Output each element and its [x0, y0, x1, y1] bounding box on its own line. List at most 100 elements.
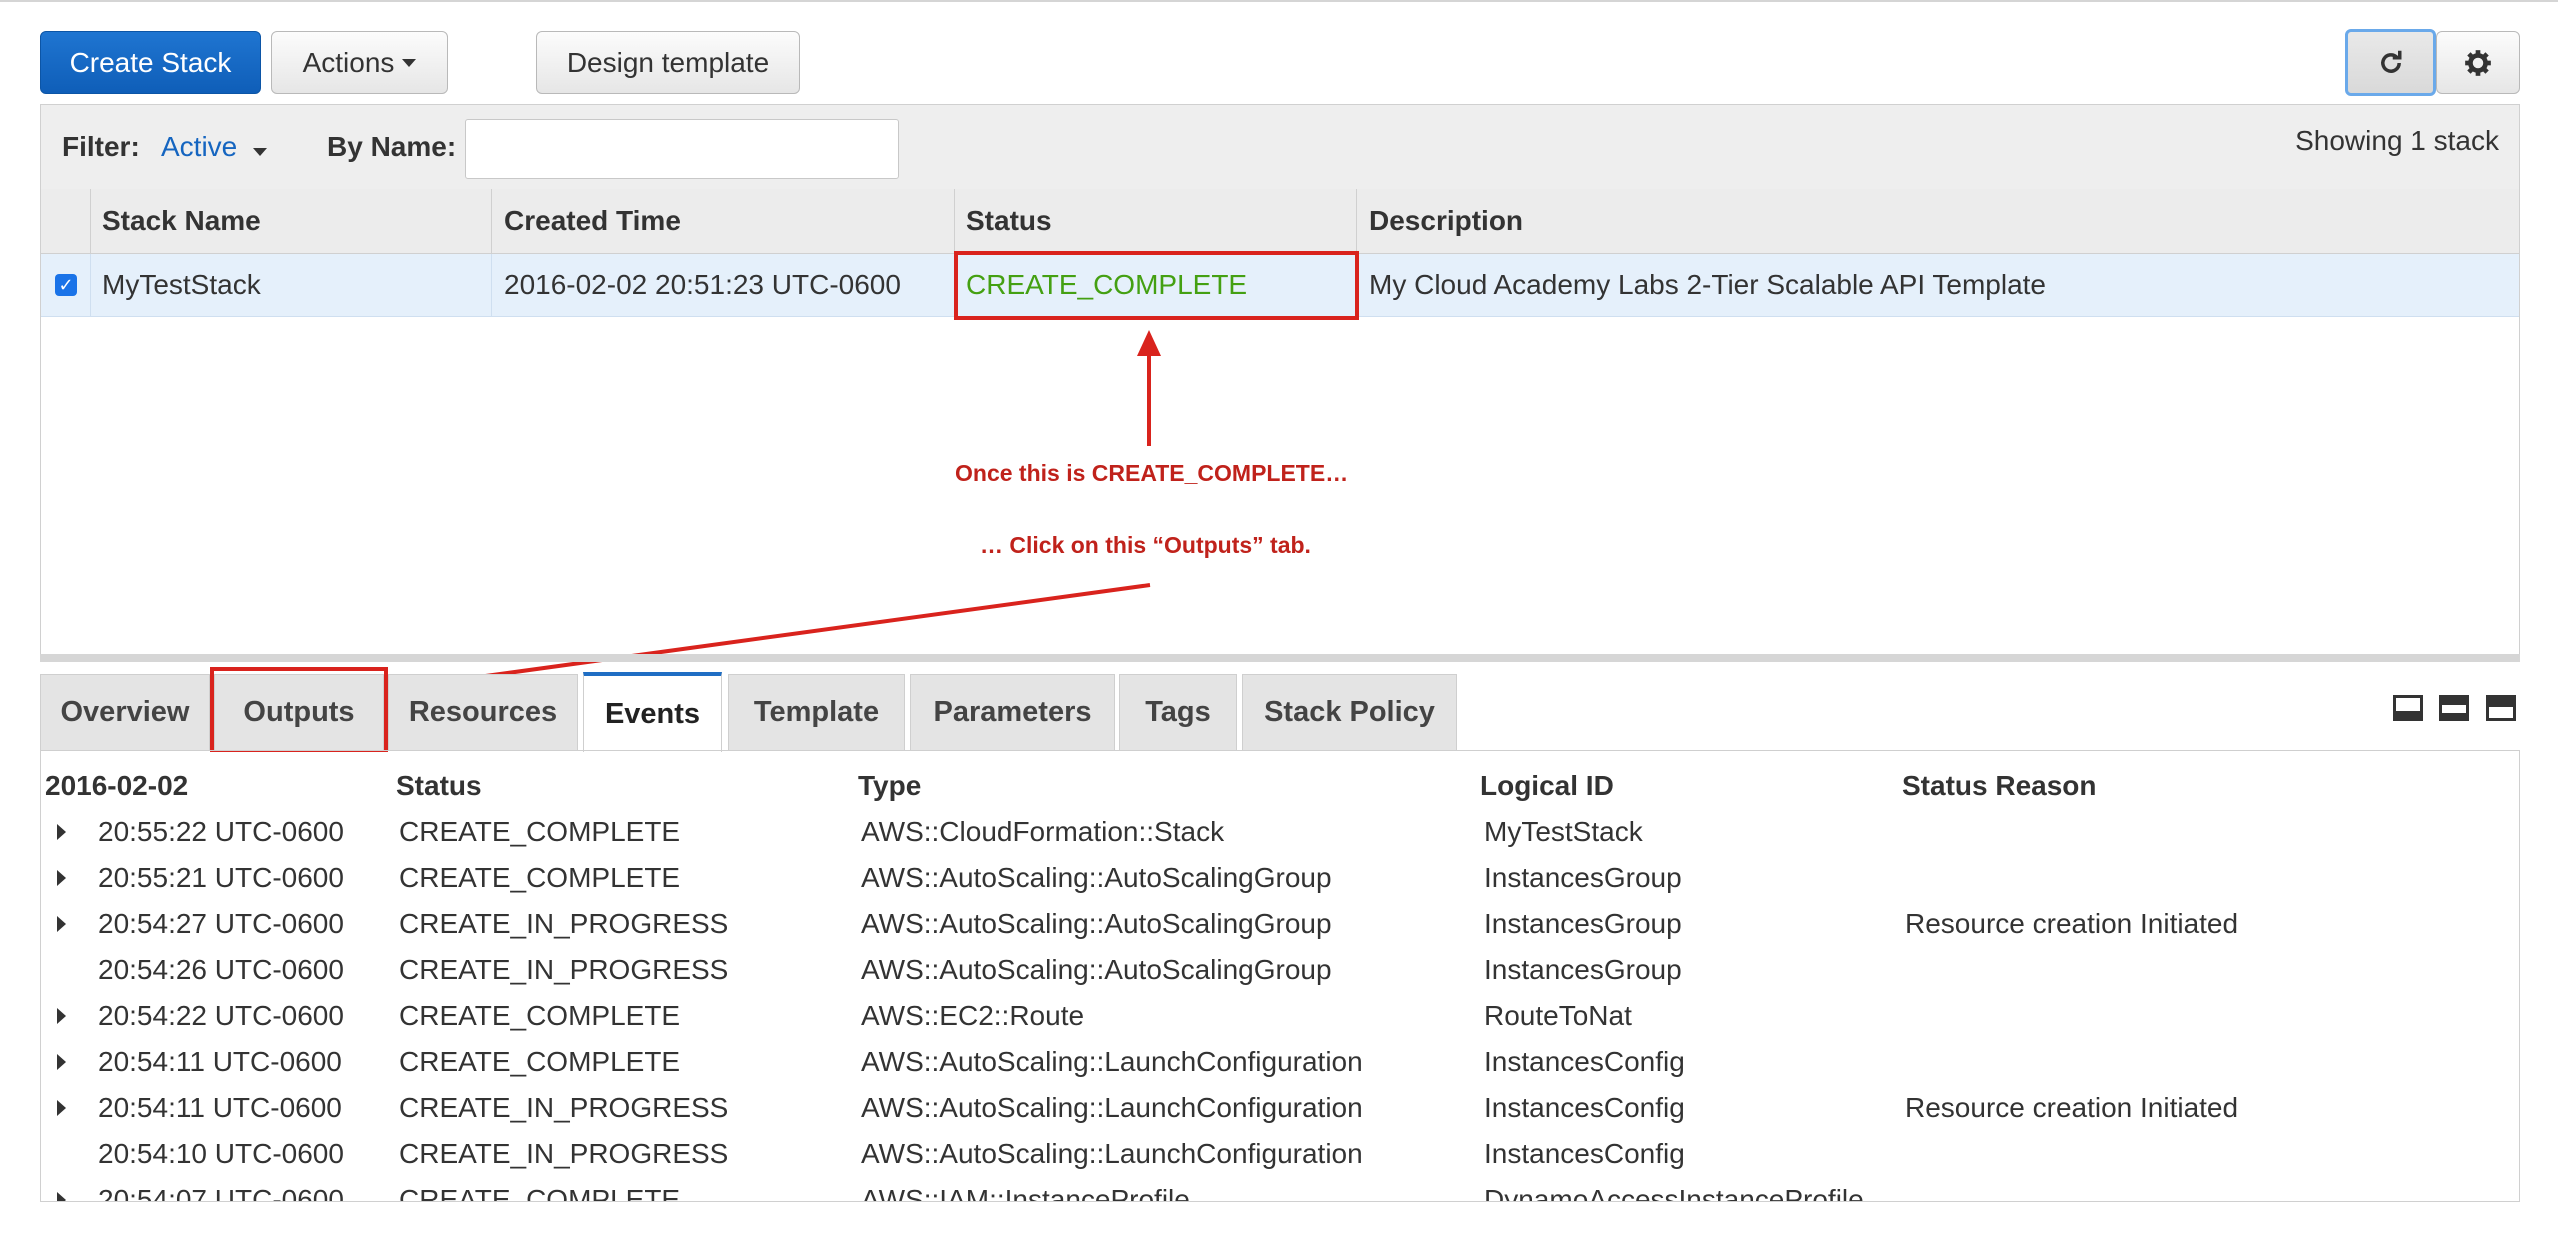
cell-time: 20:54:11 UTC-0600: [98, 1046, 342, 1077]
tab-outputs[interactable]: Outputs: [214, 674, 384, 750]
header-event-type: Type: [858, 770, 922, 801]
cell-logical-id: InstancesGroup: [1484, 908, 1682, 939]
tab-resources-label: Resources: [408, 696, 558, 728]
tab-parameters-label: Parameters: [933, 696, 1092, 728]
refresh-button[interactable]: [2345, 29, 2436, 96]
cell-status: CREATE_IN_PROGRESS: [399, 908, 729, 939]
expand-arrow-icon[interactable]: [57, 1100, 66, 1116]
checkbox-checked-icon[interactable]: ✓: [55, 274, 77, 296]
filter-label: Filter:: [62, 131, 140, 162]
cell-status-reason: Resource creation Initiated: [1905, 1092, 2239, 1123]
tab-stack-policy-label: Stack Policy: [1264, 696, 1435, 728]
column-divider: [491, 254, 492, 316]
tab-resources[interactable]: Resources: [388, 674, 578, 750]
expand-arrow-icon[interactable]: [57, 1192, 66, 1201]
panel-maximize-icon[interactable]: [2486, 695, 2516, 721]
table-row[interactable]: 20:54:26 UTC-0600 CREATE_IN_PROGRESS AWS::…: [41, 947, 2519, 993]
by-name-input[interactable]: [465, 119, 899, 179]
panel-half-icon[interactable]: [2439, 695, 2469, 721]
tab-overview[interactable]: Overview: [40, 674, 210, 750]
table-row[interactable]: 20:54:10 UTC-0600 CREATE_IN_PROGRESS AWS::…: [41, 1131, 2519, 1177]
cell-status-reason: Resource creation Initiated: [1905, 908, 2239, 939]
create-stack-button[interactable]: Create Stack: [40, 31, 261, 94]
tab-template[interactable]: Template: [728, 674, 905, 750]
actions-button[interactable]: Actions: [271, 31, 448, 94]
events-table: 2016-02-02 Status Type Logical ID Status…: [40, 750, 2520, 1202]
cell-logical-id: MyTestStack: [1484, 816, 1643, 847]
table-row[interactable]: 20:55:22 UTC-0600 CREATE_COMPLETE AWS::Clo…: [41, 809, 2519, 855]
cell-type: AWS::AutoScaling::AutoScalingGroup: [861, 954, 1332, 985]
tab-tags[interactable]: Tags: [1119, 674, 1237, 750]
expand-arrow-icon[interactable]: [57, 824, 66, 840]
header-event-status: Status: [396, 770, 482, 801]
tab-events-label: Events: [604, 697, 701, 730]
header-status[interactable]: Status: [966, 189, 1052, 253]
expand-arrow-icon[interactable]: [57, 916, 66, 932]
cell-time: 20:54:11 UTC-0600: [98, 1092, 342, 1123]
cell-logical-id: InstancesGroup: [1484, 954, 1682, 985]
cell-type: AWS::EC2::Route: [861, 1000, 1085, 1031]
filter-bar: Filter: Active By Name: Showing 1 stack: [41, 105, 2519, 190]
panel-splitter[interactable]: [40, 654, 2520, 662]
cell-status: CREATE_COMPLETE: [399, 862, 681, 893]
header-stack-name[interactable]: Stack Name: [102, 189, 261, 253]
cell-status: CREATE_COMPLETE: [399, 1046, 681, 1077]
cell-type: AWS::AutoScaling::LaunchConfiguration: [861, 1138, 1363, 1169]
annotation-line-1: Once this is CREATE_COMPLETE…: [955, 460, 1349, 486]
expand-arrow-icon[interactable]: [57, 1054, 66, 1070]
stack-table-header: Stack Name Created Time Status Descripti…: [41, 189, 2519, 254]
cell-status: CREATE_IN_PROGRESS: [399, 954, 729, 985]
chevron-down-icon: [253, 148, 268, 156]
filter-dropdown[interactable]: Active: [161, 131, 268, 163]
showing-count: Showing 1 stack: [2295, 125, 2499, 156]
cell-time: 20:54:10 UTC-0600: [98, 1138, 344, 1169]
filter-value: Active: [161, 131, 238, 162]
annotation-line-2: … Click on this “Outputs” tab.: [980, 532, 1311, 558]
tab-parameters[interactable]: Parameters: [910, 674, 1115, 750]
cell-status: CREATE_IN_PROGRESS: [399, 1092, 729, 1123]
create-stack-label: Create Stack: [69, 46, 232, 78]
cell-logical-id: RouteToNat: [1484, 1000, 1632, 1031]
actions-label: Actions: [302, 46, 395, 78]
cell-created-time: 2016-02-02 20:51:23 UTC-0600: [504, 269, 901, 300]
column-divider: [1356, 189, 1357, 253]
cell-description: My Cloud Academy Labs 2-Tier Scalable AP…: [1369, 269, 2047, 300]
top-border: [0, 0, 2558, 2]
panel-minimize-icon[interactable]: [2393, 695, 2423, 721]
chevron-down-icon: [402, 58, 417, 67]
header-logical-id: Logical ID: [1480, 770, 1614, 801]
table-row[interactable]: 20:55:21 UTC-0600 CREATE_COMPLETE AWS::Aut…: [41, 855, 2519, 901]
stacks-panel: Filter: Active By Name: Showing 1 stack …: [40, 104, 2520, 656]
settings-button[interactable]: [2436, 31, 2520, 94]
tab-outputs-label: Outputs: [243, 696, 355, 728]
cell-type: AWS::AutoScaling::LaunchConfiguration: [861, 1046, 1363, 1077]
design-template-label: Design template: [566, 46, 770, 78]
cell-time: 20:54:26 UTC-0600: [98, 954, 344, 985]
tab-events[interactable]: Events: [583, 672, 722, 752]
cell-status: CREATE_COMPLETE: [399, 1184, 681, 1202]
table-row[interactable]: 20:54:07 UTC-0600 CREATE_COMPLETE AWS::IAM…: [41, 1177, 2519, 1202]
table-row[interactable]: 20:54:11 UTC-0600 CREATE_COMPLETE AWS::Aut…: [41, 1039, 2519, 1085]
events-date-header: 2016-02-02: [45, 770, 189, 801]
expand-arrow-icon[interactable]: [57, 870, 66, 886]
design-template-button[interactable]: Design template: [536, 31, 800, 94]
cell-stack-name: MyTestStack: [102, 269, 261, 300]
tab-template-label: Template: [753, 696, 880, 728]
cell-time: 20:54:27 UTC-0600: [98, 908, 344, 939]
header-created-time[interactable]: Created Time: [504, 189, 681, 253]
cell-type: AWS::AutoScaling::AutoScalingGroup: [861, 908, 1332, 939]
cell-time: 20:54:07 UTC-0600: [98, 1184, 344, 1202]
table-row[interactable]: 20:54:27 UTC-0600 CREATE_IN_PROGRESS AWS::…: [41, 901, 2519, 947]
table-row[interactable]: 20:54:22 UTC-0600 CREATE_COMPLETE AWS::EC2…: [41, 993, 2519, 1039]
column-divider: [954, 189, 955, 253]
cell-type: AWS::AutoScaling::LaunchConfiguration: [861, 1092, 1363, 1123]
cell-status: CREATE_COMPLETE: [399, 1000, 681, 1031]
expand-arrow-icon[interactable]: [57, 1008, 66, 1024]
cell-time: 20:54:22 UTC-0600: [98, 1000, 344, 1031]
refresh-icon: [2380, 50, 2401, 73]
cell-logical-id: DynamoAccessInstanceProfile: [1484, 1184, 1864, 1202]
tab-stack-policy[interactable]: Stack Policy: [1242, 674, 1457, 750]
header-status-reason: Status Reason: [1902, 770, 2097, 801]
table-row[interactable]: 20:54:11 UTC-0600 CREATE_IN_PROGRESS AWS::…: [41, 1085, 2519, 1131]
header-description[interactable]: Description: [1369, 189, 1523, 253]
